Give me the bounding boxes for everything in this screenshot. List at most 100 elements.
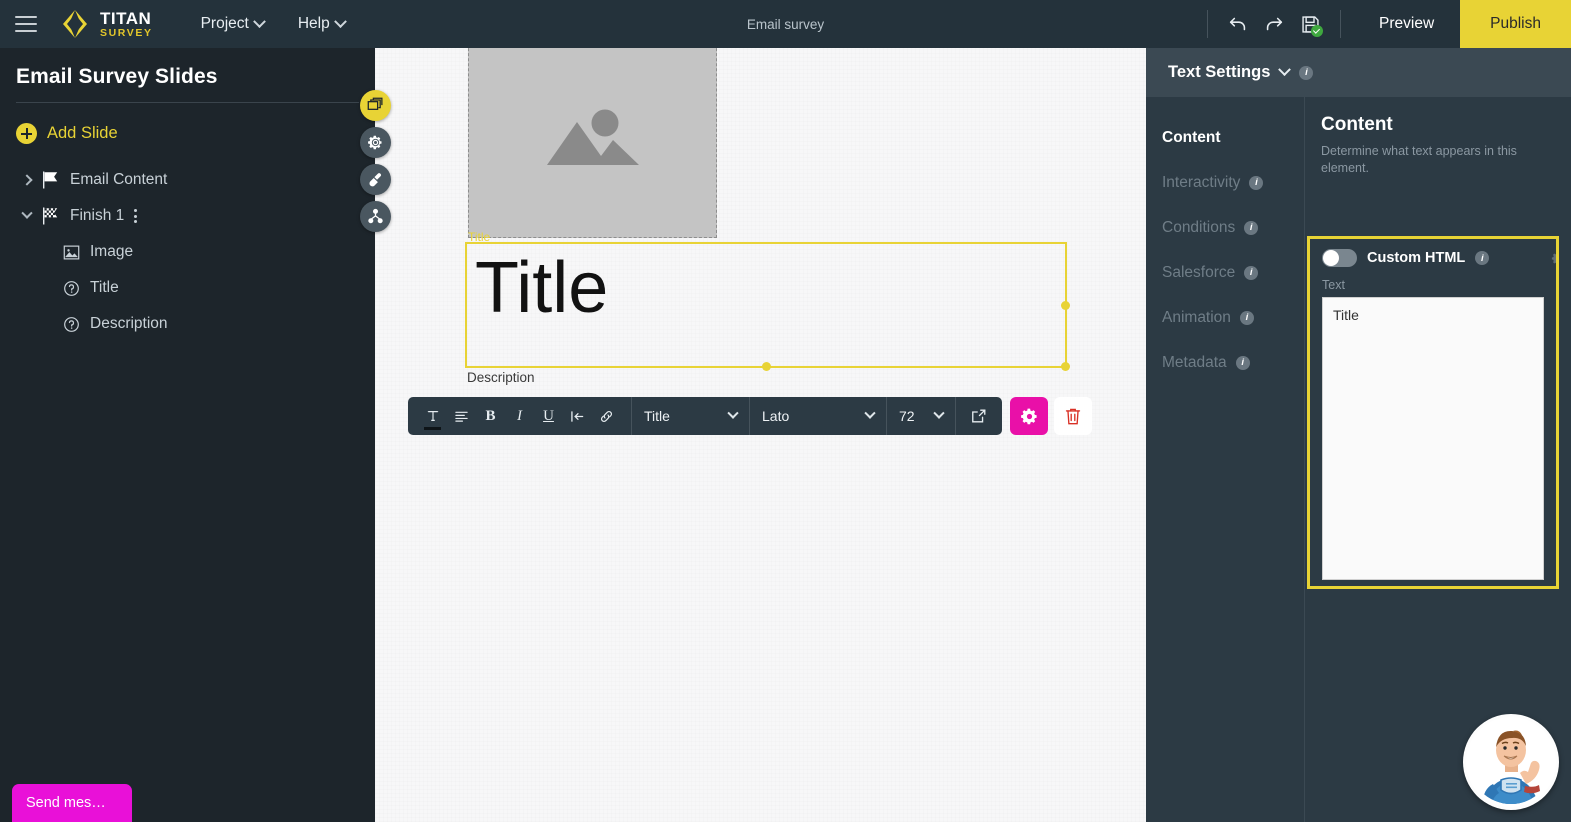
panel-tab-label: Salesforce	[1162, 263, 1236, 281]
save-icon[interactable]	[1292, 6, 1328, 42]
canvas-title-text: Title	[475, 248, 609, 328]
font-size-select[interactable]: 72	[887, 397, 955, 435]
content-heading: Content	[1321, 114, 1393, 135]
divider	[1340, 10, 1342, 38]
plus-icon	[16, 123, 37, 144]
sidebar-title: Email Survey Slides	[16, 65, 218, 88]
add-slide-button[interactable]: Add Slide	[16, 123, 118, 144]
publish-button[interactable]: Publish	[1460, 0, 1571, 48]
chevron-down-icon	[21, 207, 33, 219]
tree-item-label: Description	[90, 315, 168, 332]
more-options-icon[interactable]	[134, 209, 138, 223]
flag-icon	[38, 171, 64, 189]
panel-content: Content Determine what text appears in t…	[1305, 97, 1571, 822]
divider	[16, 102, 359, 103]
underline-glyph: U	[543, 407, 554, 424]
send-message-label: Send mes…	[26, 795, 106, 811]
panel-nav: Content Interactivity i Conditions i Sal…	[1146, 97, 1305, 822]
panel-tab-label: Interactivity	[1162, 173, 1241, 191]
theme-brush-icon[interactable]	[360, 164, 391, 195]
info-icon[interactable]: i	[1299, 65, 1314, 80]
panel-tab-label: Content	[1162, 128, 1221, 146]
hamburger-menu-icon[interactable]	[15, 16, 37, 32]
panel-header[interactable]: Text Settings i	[1146, 48, 1571, 97]
menu-help[interactable]: Help	[297, 14, 347, 33]
element-settings-button[interactable]	[1010, 397, 1048, 435]
menu-project[interactable]: Project	[200, 14, 266, 33]
send-message-button[interactable]: Send mes…	[12, 784, 132, 822]
canvas-tool-rail	[360, 90, 391, 232]
left-sidebar: Email Survey Slides Add Slide Email Cont…	[0, 48, 375, 822]
brand-logo[interactable]: TITAN SURVEY	[59, 8, 153, 40]
resize-handle-right[interactable]	[1061, 300, 1070, 310]
delete-element-button[interactable]	[1054, 397, 1092, 435]
brand-name: TITAN	[100, 8, 152, 28]
selected-text-element[interactable]: Title	[465, 242, 1070, 371]
panel-tab-salesforce[interactable]: Salesforce i	[1146, 250, 1304, 295]
undo-icon[interactable]	[1220, 6, 1256, 42]
slide-tree: Email Content Finish 1 Image Title Descr…	[0, 162, 375, 342]
expand-toggle[interactable]	[16, 174, 38, 186]
panel-tab-conditions[interactable]: Conditions i	[1146, 205, 1304, 250]
underline-icon[interactable]: U	[534, 401, 563, 431]
resize-handle-bottom[interactable]	[761, 362, 771, 371]
titan-logo-icon	[59, 8, 91, 40]
text-style-value: Title	[644, 408, 670, 424]
support-assistant-avatar[interactable]	[1463, 714, 1559, 810]
font-family-select[interactable]: Lato	[750, 397, 886, 435]
tree-item-description[interactable]: Description	[0, 306, 375, 342]
panel-tab-animation[interactable]: Animation i	[1146, 295, 1304, 340]
chevron-down-icon[interactable]	[1278, 63, 1292, 77]
preview-button[interactable]: Preview	[1353, 0, 1460, 48]
description-element-tag: Description	[467, 370, 535, 385]
text-field-label: Text	[1322, 278, 1345, 292]
text-content-textarea[interactable]	[1322, 297, 1544, 580]
format-toolbar-body: B I U Title Lato 72	[408, 397, 1002, 435]
chevron-down-icon	[933, 407, 945, 419]
text-tool-icon[interactable]	[418, 401, 447, 431]
add-slide-label: Add Slide	[47, 124, 118, 142]
custom-html-toggle[interactable]	[1322, 249, 1357, 267]
menu-project-label: Project	[200, 15, 249, 32]
info-icon[interactable]: i	[1244, 220, 1259, 235]
canvas-image-placeholder[interactable]	[468, 48, 717, 238]
info-icon[interactable]: i	[1244, 265, 1259, 280]
tree-item-image[interactable]: Image	[0, 234, 375, 270]
chevron-right-icon	[21, 174, 33, 186]
menu-help-label: Help	[297, 15, 330, 32]
panel-tab-label: Metadata	[1162, 353, 1227, 371]
checkered-flag-icon	[38, 207, 64, 225]
info-icon[interactable]: i	[1475, 251, 1490, 265]
slides-icon[interactable]	[360, 90, 391, 121]
settings-gear-icon[interactable]	[360, 127, 391, 158]
info-icon[interactable]: i	[1235, 355, 1250, 370]
info-icon[interactable]: i	[1239, 310, 1254, 325]
panel-tab-metadata[interactable]: Metadata i	[1146, 340, 1304, 385]
italic-glyph: I	[517, 407, 522, 424]
chevron-down-icon	[252, 14, 266, 28]
bold-icon[interactable]: B	[476, 401, 505, 431]
panel-tab-label: Animation	[1162, 308, 1231, 326]
format-tools-group: B I U	[408, 397, 631, 435]
open-external-button[interactable]	[956, 397, 1002, 435]
collapse-toggle[interactable]	[16, 207, 38, 220]
indent-icon[interactable]	[563, 401, 592, 431]
tree-item-title[interactable]: Title	[0, 270, 375, 306]
flow-nodes-icon[interactable]	[360, 201, 391, 232]
document-title-text: Email survey	[746, 16, 825, 32]
resize-handle-bottom-right[interactable]	[1061, 362, 1070, 371]
text-style-select[interactable]: Title	[632, 397, 749, 435]
image-icon	[58, 244, 84, 261]
link-icon[interactable]	[592, 401, 621, 431]
info-icon[interactable]: i	[1249, 175, 1264, 190]
panel-tab-interactivity[interactable]: Interactivity i	[1146, 160, 1304, 205]
tree-item-finish-1[interactable]: Finish 1	[0, 198, 375, 234]
italic-icon[interactable]: I	[505, 401, 534, 431]
redo-icon[interactable]	[1256, 6, 1292, 42]
align-left-icon[interactable]	[447, 401, 476, 431]
panel-tab-content[interactable]: Content	[1146, 115, 1304, 160]
toggle-knob	[1323, 250, 1339, 266]
slide-canvas[interactable]: Title Title Description	[375, 48, 1146, 822]
custom-html-settings-icon[interactable]	[1551, 251, 1556, 271]
tree-item-email-content[interactable]: Email Content	[0, 162, 375, 198]
